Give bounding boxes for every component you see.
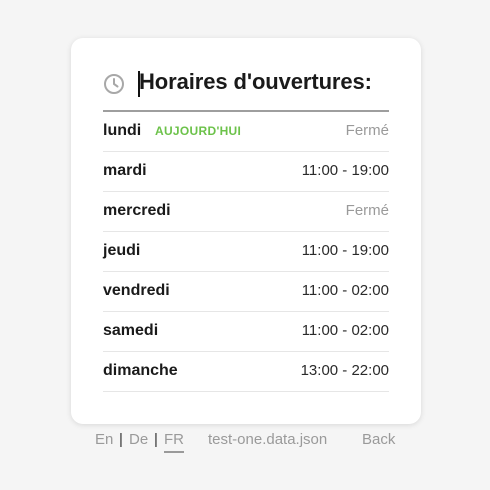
hours-value: Fermé <box>345 202 389 219</box>
card-header: Horaires d'ouvertures: <box>103 68 389 112</box>
lang-link-fr[interactable]: FR <box>164 431 184 453</box>
hours-value: Fermé <box>345 122 389 139</box>
data-file-link[interactable]: test-one.data.json <box>208 431 327 448</box>
schedule-row-mardi: mardi 11:00 - 19:00 <box>103 152 389 192</box>
day-name: lundi <box>103 122 142 139</box>
day-name: dimanche <box>103 362 178 379</box>
day-name: mardi <box>103 162 147 179</box>
schedule-row-mercredi: mercredi Fermé <box>103 192 389 232</box>
schedule-row-samedi: samedi 11:00 - 02:00 <box>103 312 389 352</box>
schedule-row-dimanche: dimanche 13:00 - 22:00 <box>103 352 389 392</box>
day-name: mercredi <box>103 202 171 219</box>
day-name: jeudi <box>103 242 141 259</box>
clock-icon <box>104 74 124 94</box>
hours-value: 11:00 - 19:00 <box>301 242 389 259</box>
day-name: samedi <box>103 322 159 339</box>
hours-value: 13:00 - 22:00 <box>300 362 389 379</box>
lang-link-de[interactable]: De <box>129 431 148 448</box>
lang-separator: | <box>119 431 123 448</box>
schedule-list: lundi AUJOURD'HUI Fermé mardi 11:00 - 19… <box>103 112 389 392</box>
lang-separator: | <box>154 431 158 448</box>
today-badge: AUJOURD'HUI <box>155 124 242 138</box>
lang-link-en[interactable]: En <box>95 431 113 448</box>
opening-hours-card: Horaires d'ouvertures: lundi AUJOURD'HUI… <box>71 38 421 424</box>
schedule-row-lundi: lundi AUJOURD'HUI Fermé <box>103 112 389 152</box>
hours-value: 11:00 - 02:00 <box>301 322 389 339</box>
back-link[interactable]: Back <box>362 431 395 448</box>
hours-value: 11:00 - 19:00 <box>301 162 389 179</box>
schedule-row-vendredi: vendredi 11:00 - 02:00 <box>103 272 389 312</box>
page-title: Horaires d'ouvertures: <box>139 69 372 94</box>
hours-value: 11:00 - 02:00 <box>301 282 389 299</box>
day-name: vendredi <box>103 282 170 299</box>
schedule-row-jeudi: jeudi 11:00 - 19:00 <box>103 232 389 272</box>
